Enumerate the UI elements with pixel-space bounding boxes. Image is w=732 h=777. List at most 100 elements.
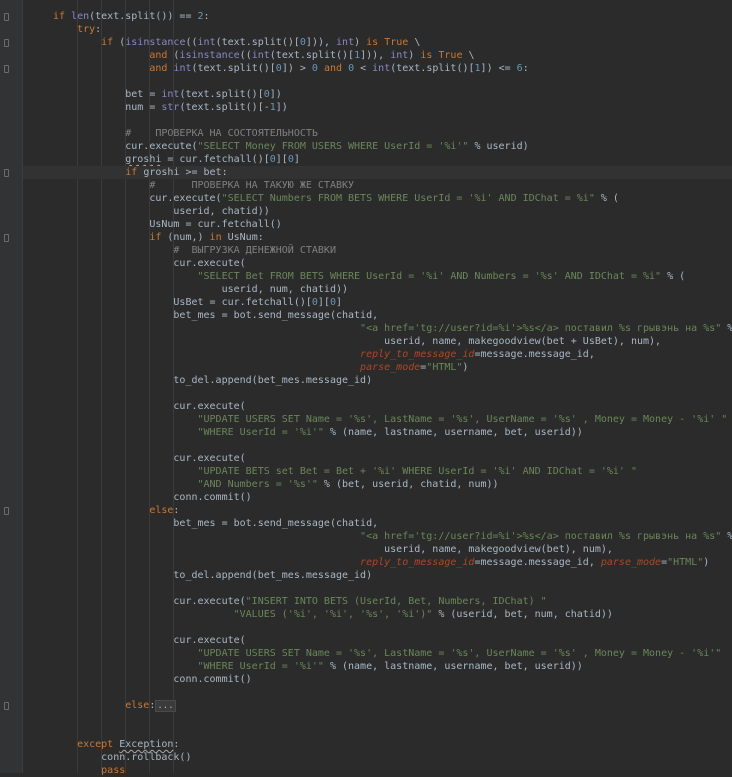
code-line[interactable]: "UPDATE USERS SET Name = '%s', LastName … <box>23 413 732 426</box>
code-line[interactable]: reply_to_message_id=message.message_id, … <box>23 556 732 569</box>
code-token: : <box>522 63 529 74</box>
code-line[interactable]: "VALUES ('%i', '%i', '%s', '%i')" % (use… <box>23 608 732 621</box>
code-line[interactable]: if groshi >= bet: <box>23 166 732 179</box>
code-line[interactable]: if len(text.split()) == 2: <box>23 10 732 23</box>
code-line[interactable] <box>23 582 732 595</box>
code-line[interactable]: reply_to_message_id=message.message_id, <box>23 348 732 361</box>
builtin-token: isinstance <box>179 50 240 61</box>
editor-gutter[interactable] <box>0 0 23 773</box>
code-line[interactable]: "SELECT Bet FROM BETS WHERE UserId = '%i… <box>23 270 732 283</box>
code-token: userid, chatid)) <box>53 206 270 217</box>
builtin-token: int <box>173 63 192 74</box>
code-line[interactable]: "WHERE UserId = '%i'" % (name, lastname,… <box>23 660 732 673</box>
code-token: cur.execute( <box>53 453 246 464</box>
code-line[interactable]: cur.execute( <box>23 634 732 647</box>
code-line[interactable] <box>23 114 732 127</box>
code-token: : <box>173 505 180 516</box>
fold-toggle-icon[interactable] <box>4 65 9 73</box>
code-line[interactable]: if (num,) in UsNum: <box>23 231 732 244</box>
code-line[interactable]: "<a href='tg://user?id=%i'>%s</a> постав… <box>23 322 732 335</box>
fold-toggle-icon[interactable] <box>4 507 9 515</box>
code-line[interactable]: conn.rollback() <box>23 751 732 764</box>
code-line[interactable]: bet = int(text.split()[0]) <box>23 88 732 101</box>
code-line[interactable]: userid, num, chatid)) <box>23 283 732 296</box>
fold-placeholder[interactable]: ... <box>155 700 176 712</box>
code-line[interactable]: num = str(text.split()[-1]) <box>23 101 732 114</box>
code-line[interactable] <box>23 387 732 400</box>
code-token: (text.split()[ <box>215 37 300 48</box>
code-line[interactable]: userid, name, makegoodview(bet + UsBet),… <box>23 335 732 348</box>
code-token: ) <box>703 557 710 568</box>
code-line[interactable] <box>23 75 732 88</box>
code-token: (text.split()[ <box>191 63 276 74</box>
fold-toggle-icon[interactable] <box>4 169 9 177</box>
string-token: "HTML" <box>667 557 704 568</box>
code-token: cur.execute( <box>53 635 246 646</box>
code-line[interactable]: cur.execute("SELECT Numbers FROM BETS WH… <box>23 192 732 205</box>
code-line[interactable]: "AND Numbers = '%s'" % (bet, userid, cha… <box>23 478 732 491</box>
code-line[interactable]: conn.commit() <box>23 673 732 686</box>
keyword-token: try <box>53 24 96 35</box>
string-token: "UPDATE USERS SET Name = '%s', LastName … <box>53 414 728 425</box>
code-line[interactable] <box>23 686 732 699</box>
code-line[interactable]: conn.commit() <box>23 491 732 504</box>
code-token: % ( <box>721 531 732 542</box>
code-line[interactable]: cur.execute("INSERT INTO BETS (UserId, B… <box>23 595 732 608</box>
fold-toggle-icon[interactable] <box>4 39 9 47</box>
keyword-token: is True <box>420 50 469 61</box>
code-line[interactable]: cur.execute( <box>23 452 732 465</box>
code-token: ] <box>336 297 343 308</box>
code-line[interactable]: if (isinstance((int(text.split()[0])), i… <box>23 36 732 49</box>
code-line[interactable]: to_del.append(bet_mes.message_id) <box>23 374 732 387</box>
code-line[interactable]: # ПРОВЕРКА НА СОСТОЯТЕЛЬНОСТЬ <box>23 127 732 140</box>
string-token: "<a href='tg://user?id=%i'>%s</a> постав… <box>53 531 722 542</box>
string-token: "WHERE UserId = '%i'" <box>53 661 324 672</box>
code-line[interactable]: userid, name, makegoodview(bet), num), <box>23 543 732 556</box>
code-line[interactable]: bet_mes = bot.send_message(chatid, <box>23 309 732 322</box>
code-line[interactable]: UsBet = cur.fetchall()[0][0] <box>23 296 732 309</box>
code-line[interactable]: UsNum = cur.fetchall() <box>23 218 732 231</box>
code-line[interactable]: # ВЫГРУЗКА ДЕНЕЖНОЙ СТАВКИ <box>23 244 732 257</box>
code-line[interactable]: # ПРОВЕРКА НА ТАКУЮ ЖЕ СТАВКУ <box>23 179 732 192</box>
comment-token: # ПРОВЕРКА НА СОСТОЯТЕЛЬНОСТЬ <box>53 128 318 139</box>
code-line[interactable]: else: <box>23 504 732 517</box>
code-line[interactable]: and int(text.split()[0]) > 0 and 0 < int… <box>23 62 732 75</box>
code-token: =message.message_id, <box>474 557 601 568</box>
code-token: % (name, lastname, username, bet, userid… <box>323 661 583 672</box>
code-line[interactable]: "UPDATE BETS set Bet = Bet + '%i' WHERE … <box>23 465 732 478</box>
string-token: "UPDATE BETS set Bet = Bet + '%i' WHERE … <box>53 466 637 477</box>
code-token: ]) <box>269 89 282 100</box>
code-line[interactable]: userid, chatid)) <box>23 205 732 218</box>
code-token: =message.message_id, <box>474 349 595 360</box>
code-line[interactable]: cur.execute("SELECT Money FROM USERS WHE… <box>23 140 732 153</box>
code-line[interactable]: else:... <box>23 699 732 712</box>
code-line[interactable]: groshi = cur.fetchall()[0][0] <box>23 153 732 166</box>
code-token: ] <box>293 154 300 165</box>
code-line[interactable]: parse_mode="HTML") <box>23 361 732 374</box>
code-token: % ( <box>721 323 732 334</box>
code-line[interactable]: and (isinstance((int(text.split()[1])), … <box>23 49 732 62</box>
code-line[interactable] <box>23 621 732 634</box>
code-line[interactable]: cur.execute( <box>23 257 732 270</box>
code-line[interactable] <box>23 439 732 452</box>
fold-toggle-icon[interactable] <box>4 234 9 242</box>
code-token: % (name, lastname, username, bet, userid… <box>323 427 583 438</box>
code-line[interactable]: "WHERE UserId = '%i'" % (name, lastname,… <box>23 426 732 439</box>
code-line[interactable]: bet_mes = bot.send_message(chatid, <box>23 517 732 530</box>
code-line[interactable]: try: <box>23 23 732 36</box>
code-line[interactable] <box>23 712 732 725</box>
code-editor[interactable]: if len(text.split()) == 2: try: if (isin… <box>0 0 732 776</box>
code-line[interactable]: to_del.append(bet_mes.message_id) <box>23 569 732 582</box>
code-token: cur.execute( <box>53 258 246 269</box>
named-arg-token: reply_to_message_id <box>53 557 475 568</box>
code-line[interactable]: cur.execute( <box>23 400 732 413</box>
fold-toggle-icon[interactable] <box>4 13 9 21</box>
code-line[interactable] <box>23 725 732 738</box>
code-area[interactable]: if len(text.split()) == 2: try: if (isin… <box>23 0 732 776</box>
code-line[interactable]: "<a href='tg://user?id=%i'>%s</a> постав… <box>23 530 732 543</box>
code-line[interactable]: pass <box>23 764 732 777</box>
code-line[interactable]: except Exception: <box>23 738 732 751</box>
code-line[interactable]: "UPDATE USERS SET Name = '%s', LastName … <box>23 647 732 660</box>
fold-toggle-icon[interactable] <box>4 702 9 710</box>
